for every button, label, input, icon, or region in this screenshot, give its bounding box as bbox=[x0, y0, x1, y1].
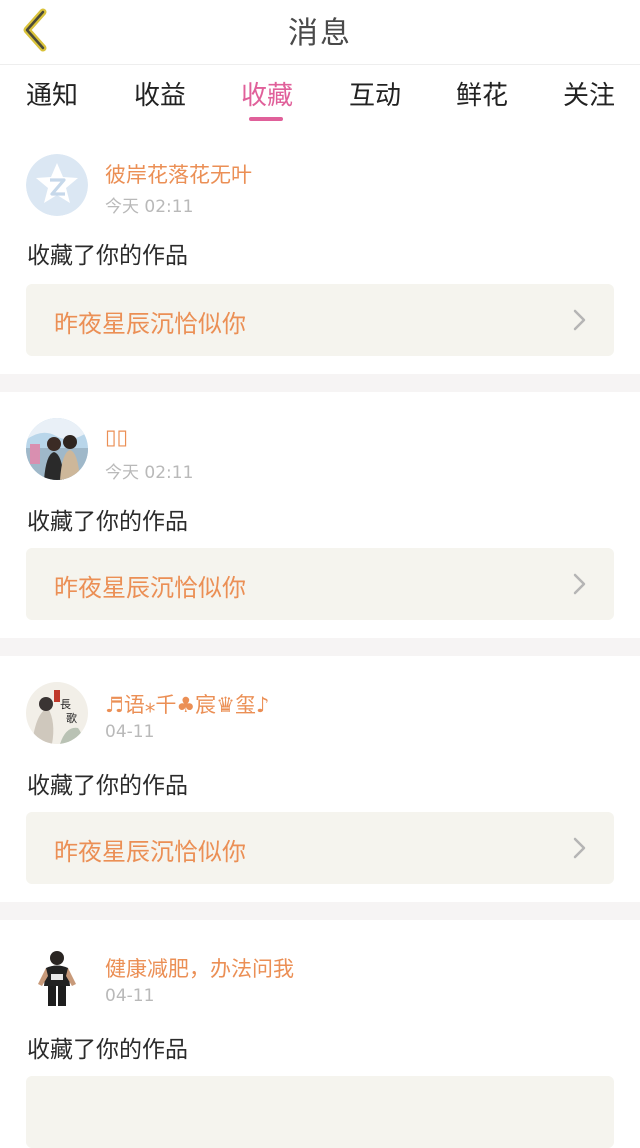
top-bar: 消息 bbox=[0, 0, 640, 62]
work-link[interactable]: 昨夜星辰沉恰似你 bbox=[26, 284, 614, 356]
divider bbox=[0, 902, 640, 920]
work-title: 昨夜星辰沉恰似你 bbox=[54, 310, 246, 338]
tab-bar: 通知 收益 收藏 互动 鲜花 关注 bbox=[0, 64, 640, 126]
work-link[interactable] bbox=[26, 1076, 614, 1148]
action-text: 收藏了你的作品 bbox=[27, 773, 188, 799]
tab-flowers[interactable]: 鲜花 bbox=[456, 75, 508, 112]
username[interactable]: 健康减肥，办法问我 bbox=[105, 953, 294, 983]
username[interactable]: ▯▯ bbox=[105, 425, 128, 449]
action-text: 收藏了你的作品 bbox=[27, 1037, 188, 1063]
avatar[interactable] bbox=[26, 154, 88, 216]
illustration-avatar: 長 歌 bbox=[26, 682, 88, 744]
couple-photo-avatar bbox=[26, 418, 88, 480]
timestamp: 04-11 bbox=[105, 722, 155, 742]
chevron-right-icon bbox=[573, 837, 586, 859]
divider bbox=[0, 374, 640, 392]
list-item: ▯▯ 今天 02:11 收藏了你的作品 昨夜星辰沉恰似你 bbox=[0, 392, 640, 638]
timestamp: 今天 02:11 bbox=[105, 463, 194, 483]
qzone-default-avatar-icon bbox=[26, 154, 88, 216]
message-list: 彼岸花落花无叶 今天 02:11 收藏了你的作品 昨夜星辰沉恰似你 ▯▯ 今天 … bbox=[0, 126, 640, 1148]
avatar[interactable] bbox=[26, 946, 88, 1008]
work-link[interactable]: 昨夜星辰沉恰似你 bbox=[26, 812, 614, 884]
username[interactable]: 彼岸花落花无叶 bbox=[105, 159, 252, 189]
man-standing-avatar bbox=[26, 946, 88, 1008]
list-item: 彼岸花落花无叶 今天 02:11 收藏了你的作品 昨夜星辰沉恰似你 bbox=[0, 126, 640, 374]
chevron-right-icon bbox=[573, 309, 586, 331]
action-text: 收藏了你的作品 bbox=[27, 509, 188, 535]
work-title: 昨夜星辰沉恰似你 bbox=[54, 838, 246, 866]
avatar[interactable] bbox=[26, 418, 88, 480]
chevron-right-icon bbox=[573, 573, 586, 595]
tab-favorites[interactable]: 收藏 bbox=[241, 75, 293, 112]
tab-interactions[interactable]: 互动 bbox=[349, 75, 401, 112]
tab-follows[interactable]: 关注 bbox=[563, 75, 615, 112]
svg-text:長: 長 bbox=[60, 698, 71, 711]
svg-text:歌: 歌 bbox=[66, 711, 77, 725]
avatar[interactable]: 長 歌 bbox=[26, 682, 88, 744]
list-item: 長 歌 ♬语⁎千♣宸♛玺♪ 04-11 收藏了你的作品 昨夜星辰沉恰似你 bbox=[0, 656, 640, 902]
page-title: 消息 bbox=[288, 16, 352, 51]
action-text: 收藏了你的作品 bbox=[27, 243, 188, 269]
tab-earnings[interactable]: 收益 bbox=[134, 75, 186, 112]
active-tab-indicator bbox=[249, 117, 283, 121]
tab-notifications[interactable]: 通知 bbox=[26, 75, 78, 112]
timestamp: 今天 02:11 bbox=[105, 197, 194, 217]
timestamp: 04-11 bbox=[105, 986, 155, 1006]
list-item: 健康减肥，办法问我 04-11 收藏了你的作品 bbox=[0, 920, 640, 1148]
username[interactable]: ♬语⁎千♣宸♛玺♪ bbox=[105, 689, 269, 719]
divider bbox=[0, 638, 640, 656]
work-link[interactable]: 昨夜星辰沉恰似你 bbox=[26, 548, 614, 620]
work-title: 昨夜星辰沉恰似你 bbox=[54, 574, 246, 602]
